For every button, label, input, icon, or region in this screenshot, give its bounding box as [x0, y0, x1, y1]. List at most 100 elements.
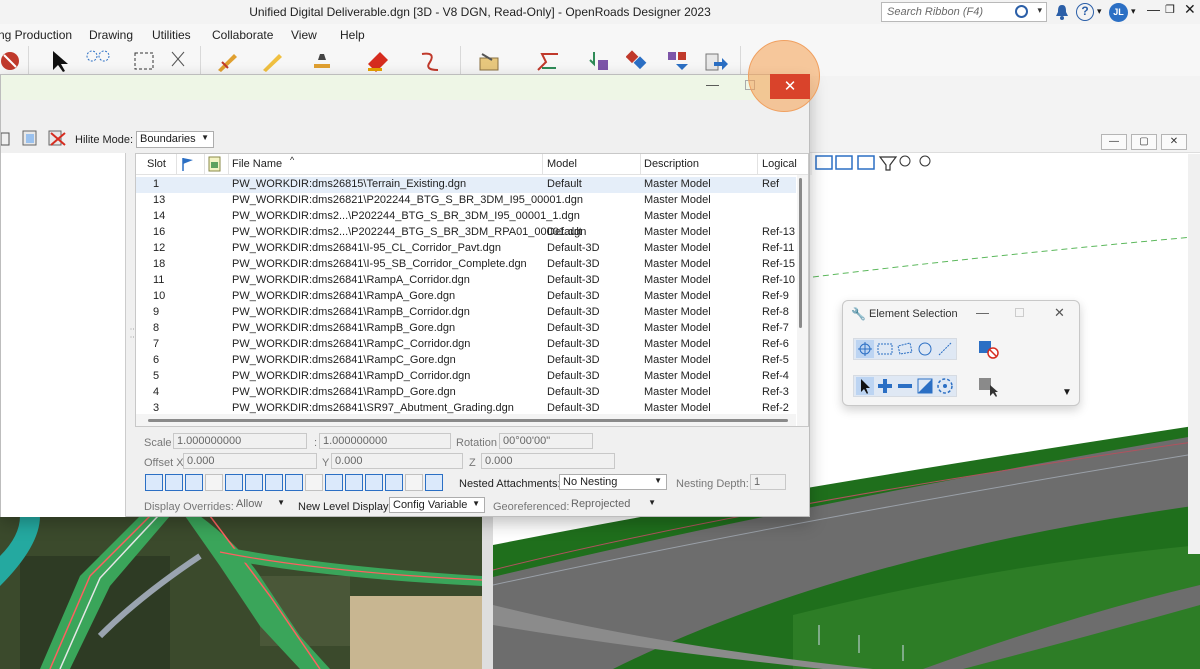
view-tool-icons[interactable]	[812, 153, 932, 173]
reference-info-icon[interactable]	[365, 474, 383, 491]
table-row[interactable]: 1 PW_WORKDIR:dms26815\Terrain_Existing.dg…	[136, 177, 796, 193]
chevron-down-icon[interactable]: ▾	[1037, 5, 1042, 16]
element-selection-close[interactable]: ✕	[1054, 305, 1065, 321]
offset-z-field[interactable]: 0.000	[481, 453, 615, 469]
restore-icon[interactable]: ❐	[1165, 3, 1177, 21]
subtract-icon[interactable]	[896, 377, 914, 395]
profile-icon[interactable]	[588, 50, 612, 72]
references-minimize[interactable]: —	[706, 77, 719, 92]
red-eraser-icon[interactable]	[366, 50, 390, 72]
select-all-icon[interactable]	[936, 377, 954, 395]
clip-icon[interactable]	[265, 474, 283, 491]
tree-cell-icon[interactable]	[310, 50, 334, 72]
line-style-icon[interactable]	[245, 474, 263, 491]
table-row[interactable]: 13 PW_WORKDIR:dms26821\P202244_BTG_S_BR_3…	[136, 193, 796, 209]
rotation-field[interactable]: 00°00'00"	[499, 433, 593, 449]
locate-icon[interactable]	[185, 474, 203, 491]
nested-attachments-select[interactable]: No Nesting ▼	[559, 474, 667, 490]
individual-select-icon[interactable]	[856, 340, 874, 358]
chevron-down-icon[interactable]: ▾	[1097, 6, 1102, 24]
tab-drawing-production[interactable]: ng Production	[0, 28, 72, 42]
notification-bell-icon[interactable]	[1055, 3, 1069, 21]
scale-master-field[interactable]: 1.000000000	[173, 433, 307, 449]
table-row[interactable]: 10 PW_WORKDIR:dms26841\RampA_Gore.dgn Defa…	[136, 289, 796, 305]
display-toggle-icon[interactable]	[145, 474, 163, 491]
table-row[interactable]: 5 PW_WORKDIR:dms26841\RampD_Corridor.dgn D…	[136, 369, 796, 385]
scale-lines-icon[interactable]	[225, 474, 243, 491]
tab-drawing[interactable]: Drawing	[89, 28, 133, 42]
curve-arrow-icon[interactable]	[418, 50, 442, 72]
tab-help[interactable]: Help	[340, 28, 365, 42]
chevron-down-icon[interactable]: ▼	[1062, 387, 1072, 398]
corridor-icon[interactable]	[626, 50, 650, 72]
scissors-icon[interactable]	[166, 50, 190, 72]
element-selection-maximize[interactable]	[1015, 308, 1024, 317]
column-logical[interactable]: Logical	[762, 158, 797, 170]
table-row[interactable]: 14 PW_WORKDIR:dms2...\P202244_BTG_S_BR_3D…	[136, 209, 796, 225]
level-table-icon[interactable]	[305, 474, 323, 491]
view-minimize-button[interactable]: —	[1101, 134, 1127, 150]
table-row[interactable]: 9 PW_WORKDIR:dms26841\RampB_Corridor.dgn D…	[136, 305, 796, 321]
tab-collaborate[interactable]: Collaborate	[212, 28, 273, 42]
search-ribbon-input[interactable]: Search Ribbon (F4) ▾	[881, 2, 1047, 22]
search-icon[interactable]	[1015, 5, 1028, 18]
snap-icon[interactable]	[165, 474, 183, 491]
help-icon[interactable]: ?	[1076, 3, 1094, 21]
column-description[interactable]: Description	[644, 158, 699, 170]
table-horizontal-thumb[interactable]	[148, 419, 788, 422]
element-selection-minimize[interactable]: —	[976, 305, 989, 320]
table-row[interactable]: 7 PW_WORKDIR:dms26841\RampC_Corridor.dgn D…	[136, 337, 796, 353]
aerial-map-view[interactable]	[0, 516, 482, 669]
nesting-depth-field[interactable]: 1	[750, 474, 786, 490]
folder-models-icon[interactable]	[478, 50, 502, 72]
table-vertical-thumb[interactable]	[799, 178, 802, 328]
light-bulb-icon[interactable]	[345, 474, 363, 491]
sort-ascending-icon[interactable]: ^	[290, 155, 294, 165]
select-arrow-icon[interactable]	[50, 50, 74, 72]
references-close-button[interactable]: ✕	[770, 74, 810, 99]
column-model[interactable]: Model	[547, 158, 577, 170]
column-file-name[interactable]: File Name	[232, 158, 282, 170]
block-select-icon[interactable]	[876, 340, 894, 358]
minimize-icon[interactable]: —	[1147, 2, 1161, 20]
tab-view[interactable]: View	[291, 28, 317, 42]
table-row[interactable]: 6 PW_WORKDIR:dms26841\RampC_Gore.dgn Defau…	[136, 353, 796, 369]
circle-select-icon[interactable]	[916, 340, 934, 358]
add-icon[interactable]	[876, 377, 894, 395]
offset-x-field[interactable]: 0.000	[183, 453, 317, 469]
table-row[interactable]: 16 PW_WORKDIR:dms2...\P202244_BTG_S_BR_3D…	[136, 225, 796, 241]
hilite-mode-select[interactable]: Boundaries ▼	[136, 131, 214, 148]
view-divider[interactable]	[482, 516, 493, 669]
export-icon[interactable]	[704, 50, 728, 72]
column-slot[interactable]: Slot	[147, 158, 166, 170]
table-row[interactable]: 4 PW_WORKDIR:dms26841\RampD_Gore.dgn Defau…	[136, 385, 796, 401]
user-avatar[interactable]: JL	[1109, 3, 1128, 22]
select-cursor-icon[interactable]	[978, 377, 1000, 397]
scale-reference-field[interactable]: 1.000000000	[319, 433, 451, 449]
invert-icon[interactable]	[916, 377, 934, 395]
print-icon[interactable]	[425, 474, 443, 491]
georeferenced-select[interactable]: Reprojected ▼	[568, 497, 660, 513]
pencil-placement-icon[interactable]	[216, 50, 240, 72]
tool-attach-icon[interactable]	[1, 130, 11, 148]
table-row[interactable]: 18 PW_WORKDIR:dms26841\I-95_SB_Corridor_C…	[136, 257, 796, 273]
camera-icon[interactable]	[405, 474, 423, 491]
detach-reference-icon[interactable]	[47, 129, 67, 147]
view-close-button[interactable]: ✕	[1161, 134, 1187, 150]
display-overrides-select[interactable]: Allow ▼	[233, 497, 289, 513]
close-icon[interactable]: ✕	[1184, 1, 1196, 19]
table-row[interactable]: 12 PW_WORKDIR:dms26841\I-95_CL_Corridor_P…	[136, 241, 796, 257]
shape-select-icon[interactable]	[896, 340, 914, 358]
new-level-display-select[interactable]: Config Variable ▼	[389, 497, 485, 513]
flag-icon[interactable]	[180, 156, 196, 172]
cancel-icon[interactable]	[0, 50, 24, 72]
table-row[interactable]: 11 PW_WORKDIR:dms26841\RampA_Corridor.dgn…	[136, 273, 796, 289]
view-restore-button[interactable]: ▢	[1131, 134, 1157, 150]
deselect-icon[interactable]	[978, 340, 1000, 360]
reload-reference-icon[interactable]	[21, 129, 39, 147]
pencil-icon[interactable]	[260, 50, 284, 72]
horizontal-geometry-icon[interactable]	[536, 50, 560, 72]
treat-as-element-icon[interactable]	[325, 474, 343, 491]
table-row[interactable]: 8 PW_WORKDIR:dms26841\RampB_Gore.dgn Defau…	[136, 321, 796, 337]
lock-icon[interactable]	[205, 474, 223, 491]
